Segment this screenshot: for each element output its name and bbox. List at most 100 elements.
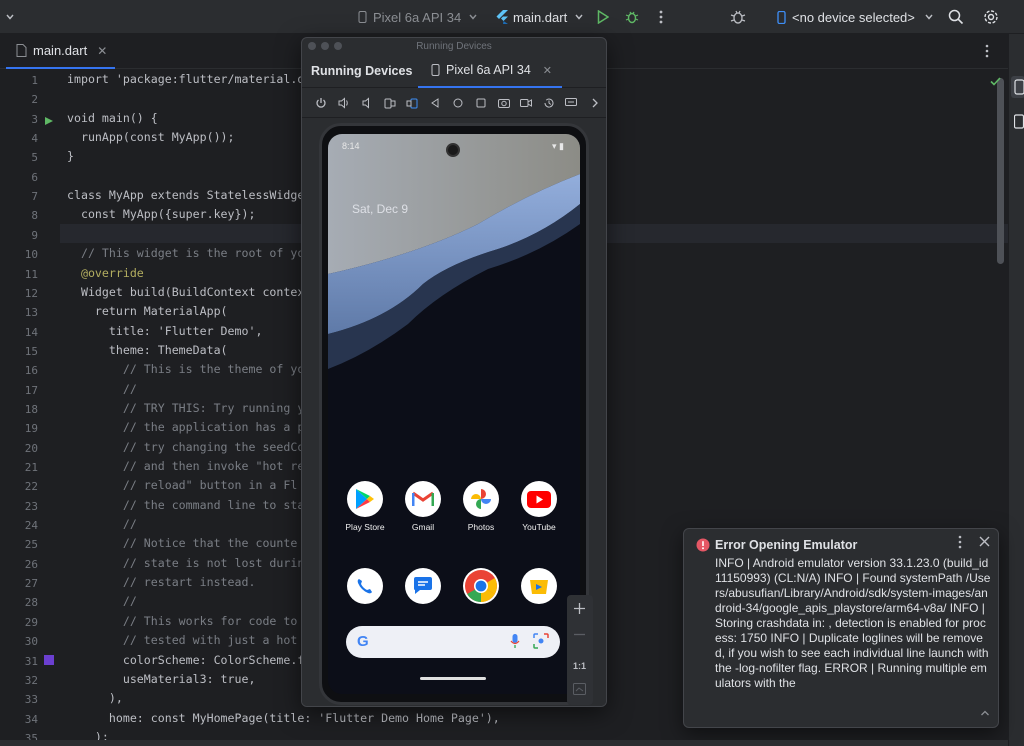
volume-down-icon[interactable] [356,92,379,114]
project-menu-chevron-icon[interactable] [2,0,18,34]
youtube-app-icon[interactable] [521,481,557,517]
code-line[interactable]: // [67,515,137,534]
run-gutter-icon[interactable] [44,114,54,129]
code-line[interactable]: import 'package:flutter/material.d [67,70,304,89]
line-number: 2 [31,93,38,107]
device-selector-dropdown[interactable]: <no device selected> [774,0,937,34]
code-line[interactable]: // Notice that the counte [67,534,298,553]
play-store-app-icon[interactable] [347,481,383,517]
code-line[interactable]: return MaterialApp( [67,302,228,321]
line-number: 8 [31,209,38,223]
close-icon[interactable] [979,535,990,550]
color-swatch-gutter-icon[interactable] [44,654,54,665]
app-label-youtube: YouTube [522,522,556,532]
line-number: 11 [24,267,38,281]
chevron-right-icon[interactable] [583,92,606,114]
running-devices-tool-icon[interactable] [1011,76,1024,98]
zoom-out-icon[interactable] [573,628,586,644]
code-line[interactable]: // and then invoke "hot re [67,457,305,476]
device-control-toolbar [302,88,606,118]
video-icon[interactable] [515,92,538,114]
close-icon[interactable]: ✕ [543,64,552,77]
chevron-down-icon [921,12,937,22]
editor-scrollbar[interactable] [997,78,1004,264]
line-number: 7 [31,190,38,204]
window-controls[interactable] [308,42,342,50]
volume-up-icon[interactable] [333,92,356,114]
power-icon[interactable] [310,92,333,114]
code-line[interactable]: ), [67,689,123,708]
overview-icon[interactable] [469,92,492,114]
run-button[interactable] [594,0,612,34]
run-config-dropdown[interactable]: main.dart [495,0,587,34]
code-line[interactable]: title: 'Flutter Demo', [67,322,263,341]
more-actions-button[interactable] [655,0,667,34]
code-line[interactable]: // restart instead. [67,573,256,592]
back-icon[interactable] [424,92,447,114]
play-store-dock-icon[interactable] [521,568,557,604]
flutter-icon [495,10,509,24]
camera-icon[interactable] [492,92,515,114]
code-line[interactable]: // This works for code to [67,612,298,631]
code-line[interactable]: // [67,380,137,399]
fit-to-screen-icon[interactable] [573,683,586,698]
messages-app-icon[interactable] [405,568,441,604]
app-label-gmail: Gmail [411,522,435,532]
google-search-bar[interactable]: G [346,626,560,658]
device-manager-button[interactable] [729,0,747,34]
rotate-right-icon[interactable] [401,92,424,114]
code-line[interactable]: // This is the theme of yo [67,360,305,379]
chrome-app-icon[interactable] [463,568,499,604]
code-line[interactable]: colorScheme: ColorScheme.f [67,651,305,670]
code-line[interactable]: class MyApp extends StatelessWidge [67,186,304,205]
bug-icon [623,10,641,24]
chevron-up-icon[interactable] [980,705,990,720]
code-line[interactable]: // This widget is the root of yo [67,244,304,263]
mic-icon[interactable] [510,633,520,652]
code-line[interactable]: } [67,147,74,166]
error-notification: Error Opening Emulator INFO | Android em… [683,528,999,728]
home-icon[interactable] [447,92,470,114]
close-icon[interactable]: ✕ [97,44,107,58]
status-bar-bottom [0,740,1008,746]
history-icon[interactable] [538,92,561,114]
line-number: 32 [24,673,38,687]
search-button[interactable] [947,0,965,34]
tab-main-dart[interactable]: main.dart ✕ [6,34,116,69]
code-line[interactable]: // [67,592,137,611]
code-line[interactable]: @override [67,264,144,283]
gmail-app-icon[interactable] [405,481,441,517]
gear-icon [982,9,1000,25]
zoom-actual-size-button[interactable]: 1:1 [573,661,586,671]
code-line[interactable]: void main() { [67,109,158,128]
window-titlebar[interactable]: Running Devices [302,38,606,54]
date-widget[interactable]: Sat, Dec 9 [352,202,408,216]
keyboard-icon[interactable] [560,92,583,114]
zoom-in-icon[interactable] [573,602,586,618]
code-line[interactable]: theme: ThemeData( [67,341,228,360]
line-number: 19 [24,422,38,436]
phone-screen[interactable]: 8:14 ▾ ▮ Sat, Dec 9 Play Store Gmail Pho… [328,134,580,694]
editor-more-icon[interactable] [985,44,989,61]
rotate-left-icon[interactable] [378,92,401,114]
code-line[interactable]: const MyApp({super.key}); [67,205,256,224]
code-line[interactable]: Widget build(BuildContext contex [67,283,304,302]
phone-app-icon[interactable] [347,568,383,604]
photos-app-icon[interactable] [463,481,499,517]
line-number: 29 [24,615,38,629]
code-line[interactable]: useMaterial3: true, [67,670,256,689]
code-line[interactable]: // the command line to sta [67,496,305,515]
notification-more-icon[interactable] [958,535,962,552]
code-line[interactable]: home: const MyHomePage(title: 'Flutter D… [67,709,500,728]
code-line[interactable]: // state is not lost durin [67,554,305,573]
line-number: 23 [24,499,38,513]
device-config-dropdown[interactable]: Pixel 6a API 34 [355,0,481,34]
code-line[interactable]: // tested with just a hot [67,631,298,650]
lens-icon[interactable] [533,633,549,652]
settings-button[interactable] [982,0,1000,34]
gesture-nav-bar[interactable] [420,677,486,680]
debug-button[interactable] [623,0,641,34]
code-line[interactable]: runApp(const MyApp()); [67,128,235,147]
tab-pixel-6a[interactable]: Pixel 6a API 34 ✕ [418,54,562,88]
device-mirror-tool-icon[interactable] [1013,114,1024,133]
